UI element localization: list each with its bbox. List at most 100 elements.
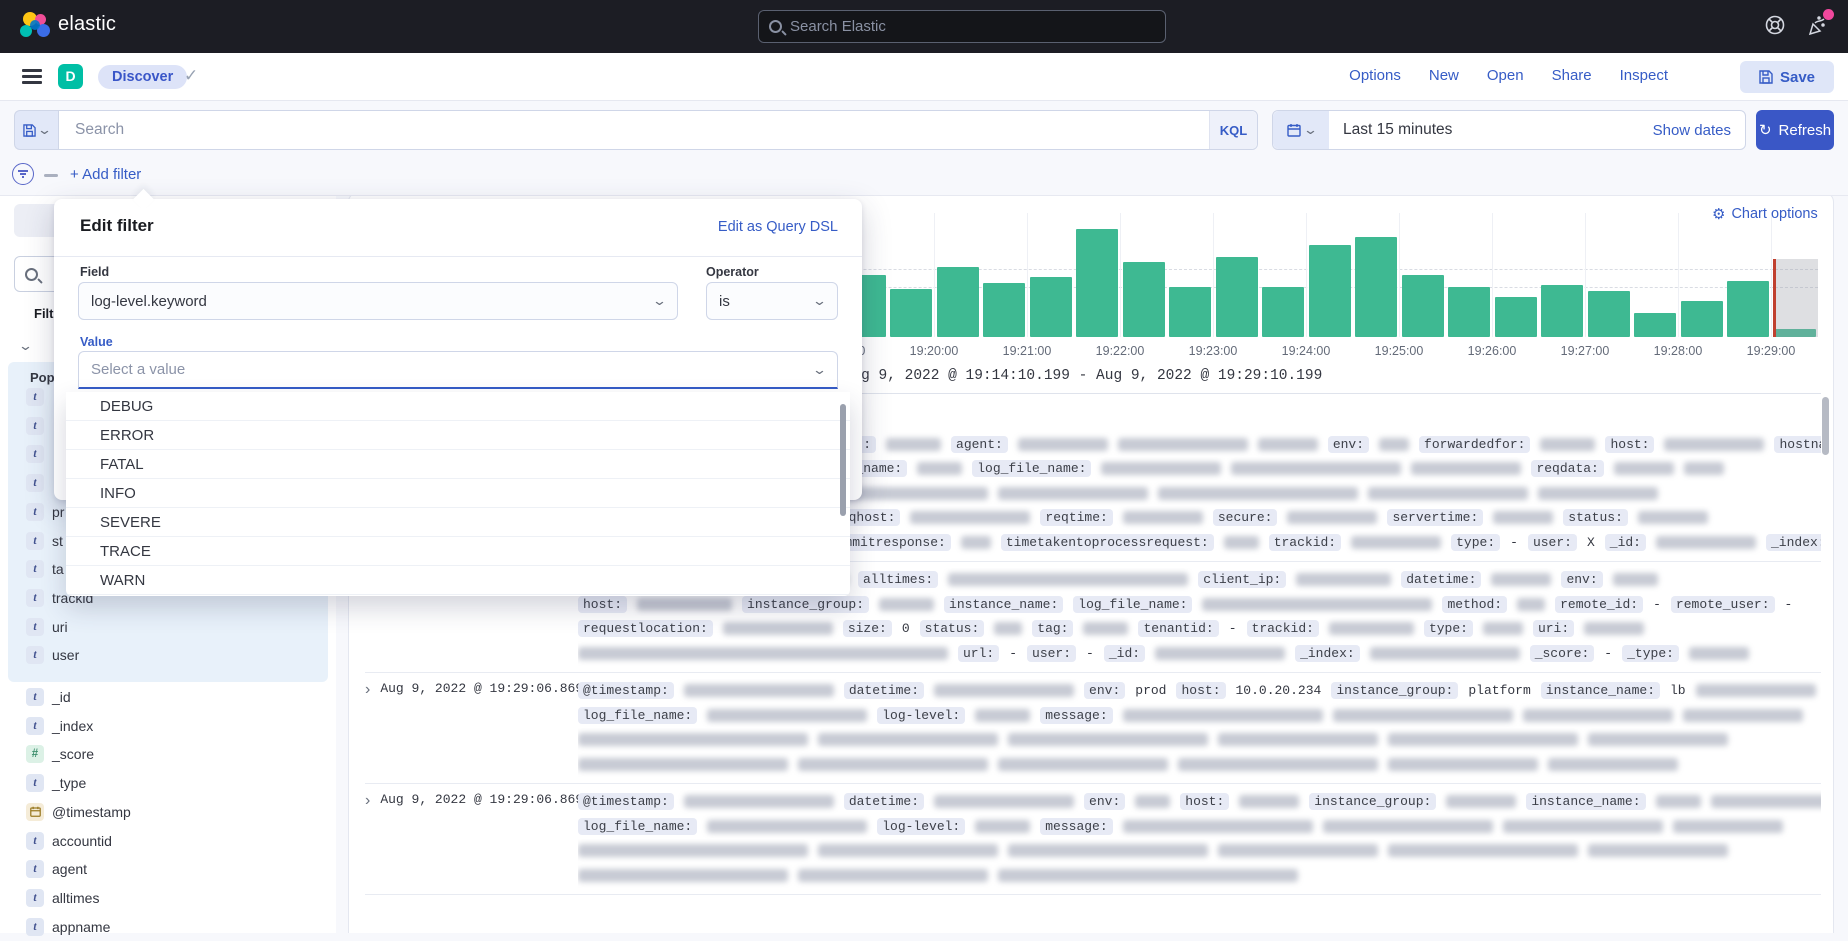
histogram-bar[interactable]	[1123, 262, 1165, 337]
field-value: lb	[1670, 683, 1686, 698]
space-avatar[interactable]: D	[58, 64, 83, 89]
table-scrollbar[interactable]	[1822, 397, 1829, 455]
expand-chevron-icon[interactable]: ›	[365, 681, 370, 699]
field-chip: client_ip:	[1198, 571, 1286, 588]
sidebar-field-_index[interactable]: t_index	[0, 712, 336, 740]
global-search-input[interactable]: Search Elastic	[758, 10, 1166, 43]
histogram-bar[interactable]	[1727, 281, 1769, 337]
sidebar-field-_type[interactable]: t_type	[0, 769, 336, 797]
text-field-icon: t	[26, 474, 44, 492]
field-chip: tag:	[1032, 620, 1073, 637]
help-icon[interactable]	[1764, 14, 1786, 36]
histogram-bar[interactable]	[1169, 287, 1211, 337]
field-name: _index	[52, 718, 93, 734]
histogram-bar[interactable]	[1448, 287, 1490, 337]
kql-search-input[interactable]: Search KQL	[58, 110, 1258, 150]
value-option-info[interactable]: INFO	[66, 479, 850, 508]
doc-field-line	[578, 728, 1821, 753]
field-chip: host:	[1176, 682, 1225, 699]
histogram-bar[interactable]	[937, 267, 979, 337]
x-tick-label: 19:23:00	[1189, 344, 1238, 358]
histogram-bar[interactable]	[983, 283, 1025, 337]
redacted-value	[1483, 622, 1523, 635]
add-filter-link[interactable]: + Add filter	[70, 166, 141, 183]
histogram-bar[interactable]	[1588, 291, 1630, 337]
field-select[interactable]: log-level.keyword ⌄	[78, 282, 678, 320]
value-option-warn[interactable]: WARN	[66, 566, 850, 595]
date-quick-select-button[interactable]: ⌄	[1273, 111, 1329, 149]
redacted-value	[1638, 511, 1708, 524]
chevron-down-icon: ⌄	[1302, 122, 1317, 138]
doc-fields-cell: @timestamp:datetime:env:prodhost:10.0.20…	[578, 679, 1821, 777]
histogram-bar[interactable]	[1402, 275, 1444, 337]
toolbar-link-inspect[interactable]: Inspect	[1620, 67, 1668, 84]
notifications-icon[interactable]	[1806, 14, 1830, 38]
edit-as-query-dsl-link[interactable]: Edit as Query DSL	[718, 219, 838, 235]
refresh-button[interactable]: ↻ Refresh	[1756, 110, 1834, 150]
field-chip: size:	[843, 620, 892, 637]
histogram-bar[interactable]	[1030, 277, 1072, 337]
sidebar-field-alltimes[interactable]: talltimes	[0, 884, 336, 912]
value-option-trace[interactable]: TRACE	[66, 537, 850, 566]
field-value: -	[1653, 597, 1661, 612]
sidebar-field-appname[interactable]: tappname	[0, 913, 336, 941]
chevron-down-icon[interactable]: ⌄	[18, 338, 33, 354]
expand-chevron-icon[interactable]: ›	[365, 792, 370, 810]
dropdown-scrollbar[interactable]	[840, 404, 846, 516]
field-chip: agent:	[951, 436, 1008, 453]
menu-icon[interactable]	[22, 69, 42, 84]
sidebar-field-agent[interactable]: tagent	[0, 855, 336, 883]
value-option-fatal[interactable]: FATAL	[66, 450, 850, 479]
toolbar-link-new[interactable]: New	[1429, 67, 1459, 84]
sidebar-field-_id[interactable]: t_id	[0, 683, 336, 711]
sidebar-field-accountid[interactable]: taccountid	[0, 827, 336, 855]
filter-menu-icon[interactable]	[12, 163, 34, 185]
show-dates-link[interactable]: Show dates	[1653, 122, 1745, 139]
value-option-severe[interactable]: SEVERE	[66, 508, 850, 537]
histogram-bar[interactable]	[1541, 285, 1583, 337]
sidebar-field-@timestamp[interactable]: @timestamp	[0, 798, 336, 826]
sidebar-field-_score[interactable]: #_score	[0, 740, 336, 768]
toolbar-link-options[interactable]: Options	[1349, 67, 1401, 84]
histogram-bar[interactable]	[1355, 237, 1397, 337]
histogram-bar[interactable]	[1681, 301, 1723, 337]
sidebar-field-user[interactable]: tuser	[0, 641, 336, 669]
save-button[interactable]: Save	[1740, 61, 1834, 93]
histogram-bar[interactable]	[890, 289, 932, 337]
operator-select[interactable]: is ⌄	[706, 282, 838, 320]
value-option-debug[interactable]: DEBUG	[66, 392, 850, 421]
table-row: ›Aug 9, 2022 @ 19:29:06.869@timestamp:da…	[365, 673, 1821, 784]
field-chip: log_file_name:	[972, 460, 1091, 477]
histogram-bar[interactable]	[1634, 313, 1676, 337]
value-combobox[interactable]: Select a value ⌄	[78, 351, 838, 389]
v-gridline	[1492, 213, 1493, 337]
redacted-value	[798, 869, 988, 882]
toolbar-link-open[interactable]: Open	[1487, 67, 1524, 84]
redacted-value	[1224, 536, 1259, 549]
toolbar-link-share[interactable]: Share	[1552, 67, 1592, 84]
breadcrumb[interactable]: Discover	[98, 65, 187, 89]
redacted-value	[1411, 462, 1521, 475]
chevron-down-icon: ⌄	[37, 122, 52, 138]
redacted-value	[1588, 733, 1728, 746]
sidebar-field-uri[interactable]: turi	[0, 613, 336, 641]
redacted-value	[1123, 511, 1203, 524]
value-option-error[interactable]: ERROR	[66, 421, 850, 450]
redacted-value	[798, 758, 988, 771]
redacted-value	[1333, 709, 1513, 722]
kql-badge[interactable]: KQL	[1209, 111, 1257, 149]
histogram-bar[interactable]	[1262, 287, 1304, 337]
field-chip: instance_group:	[1309, 793, 1436, 810]
histogram-bar[interactable]	[1309, 245, 1351, 337]
redacted-value	[1083, 622, 1128, 635]
time-range-value[interactable]: Last 15 minutes	[1329, 121, 1653, 139]
histogram-bar[interactable]	[1495, 297, 1537, 337]
field-chip: message:	[1040, 707, 1112, 724]
redacted-value	[879, 598, 934, 611]
saved-query-menu-button[interactable]: ⌄	[14, 110, 58, 150]
chart-options-link[interactable]: ⚙ Chart options	[1712, 205, 1818, 223]
histogram-bar[interactable]	[1216, 257, 1258, 337]
date-field-icon	[26, 803, 44, 821]
histogram-bar[interactable]	[1076, 229, 1118, 337]
redacted-value	[1123, 820, 1313, 833]
